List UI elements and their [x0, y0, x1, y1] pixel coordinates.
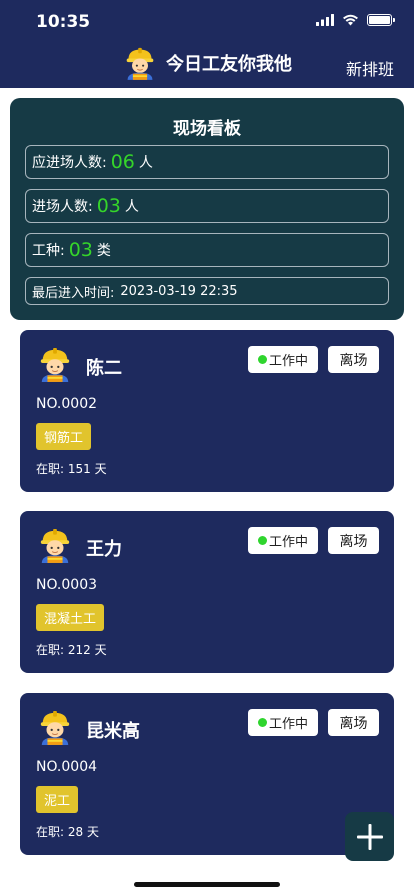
- trade-badge: 混凝土工: [36, 604, 105, 631]
- page-title: 今日工友你我他: [166, 54, 292, 75]
- working-status-button[interactable]: 工作中: [248, 527, 318, 554]
- construction-worker-icon: [38, 709, 72, 745]
- status-dot-icon: [257, 536, 267, 545]
- working-status-button[interactable]: 工作中: [248, 346, 318, 373]
- header-title-group: 今日工友你我他: [124, 46, 292, 80]
- construction-worker-icon: [38, 346, 72, 382]
- entered-count-value: 03: [96, 195, 121, 217]
- working-status-button[interactable]: 工作中: [248, 709, 318, 736]
- new-schedule-button[interactable]: 新排班: [346, 56, 394, 80]
- worker-name: 昆米高: [86, 721, 140, 742]
- worker-name: 陈二: [86, 358, 122, 379]
- status-label: 工作中: [268, 717, 308, 732]
- last-entry-row: 最后进入时间: 2023-03-19 22:35: [25, 277, 389, 305]
- entered-count-row: 进场人数: 03 人: [25, 189, 389, 223]
- worker-number: NO.0004: [36, 759, 98, 775]
- status-dot-icon: [257, 718, 267, 727]
- worker-name: 王力: [86, 539, 122, 560]
- worker-card[interactable]: 昆米高 NO.0004 泥工 在职: 28 天 工作中 离场: [20, 693, 394, 855]
- expected-count-row: 应进场人数: 06 人: [25, 145, 389, 179]
- leave-site-button[interactable]: 离场: [328, 709, 379, 736]
- worker-number: NO.0002: [36, 396, 98, 412]
- construction-worker-icon: [38, 527, 72, 563]
- status-label: 工作中: [268, 354, 308, 369]
- tenure-text: 在职: 151 天: [36, 462, 107, 476]
- last-entry-value: 2023-03-19 22:35: [120, 283, 238, 299]
- add-button[interactable]: [345, 812, 394, 861]
- trades-count-row: 工种: 03 类: [25, 233, 389, 267]
- worker-number: NO.0003: [36, 577, 98, 593]
- leave-site-button[interactable]: 离场: [328, 527, 379, 554]
- site-dashboard: 现场看板 应进场人数: 06 人 进场人数: 03 人 工种: 03 类 最后进…: [10, 98, 404, 320]
- tenure-text: 在职: 28 天: [36, 825, 99, 839]
- status-dot-icon: [257, 355, 267, 364]
- home-indicator[interactable]: [134, 882, 280, 887]
- worker-card[interactable]: 陈二 NO.0002 钢筋工 在职: 151 天 工作中 离场: [20, 330, 394, 492]
- status-icons: [316, 14, 395, 26]
- leave-site-button[interactable]: 离场: [328, 346, 379, 373]
- trade-badge: 泥工: [36, 786, 79, 813]
- cellular-icon: [316, 14, 334, 26]
- status-time: 10:35: [36, 12, 91, 32]
- worker-card[interactable]: 王力 NO.0003 混凝土工 在职: 212 天 工作中 离场: [20, 511, 394, 673]
- battery-icon: [367, 14, 395, 26]
- trade-badge: 钢筋工: [36, 423, 92, 450]
- expected-count-unit: 人: [138, 155, 153, 171]
- dashboard-title: 现场看板: [173, 119, 241, 139]
- app-header: 10:35 今日工友你我他 新排班: [0, 0, 414, 88]
- entered-count-label: 进场人数:: [32, 199, 93, 215]
- tenure-text: 在职: 212 天: [36, 643, 107, 657]
- trades-count-value: 03: [68, 239, 93, 261]
- entered-count-unit: 人: [124, 199, 139, 215]
- last-entry-label: 最后进入时间:: [32, 285, 115, 301]
- plus-icon: [356, 823, 383, 850]
- expected-count-value: 06: [110, 151, 135, 173]
- trades-count-unit: 类: [96, 243, 111, 259]
- expected-count-label: 应进场人数:: [32, 155, 107, 171]
- construction-worker-icon: [124, 46, 156, 80]
- wifi-icon: [343, 14, 358, 26]
- status-label: 工作中: [268, 535, 308, 550]
- trades-count-label: 工种:: [32, 243, 65, 259]
